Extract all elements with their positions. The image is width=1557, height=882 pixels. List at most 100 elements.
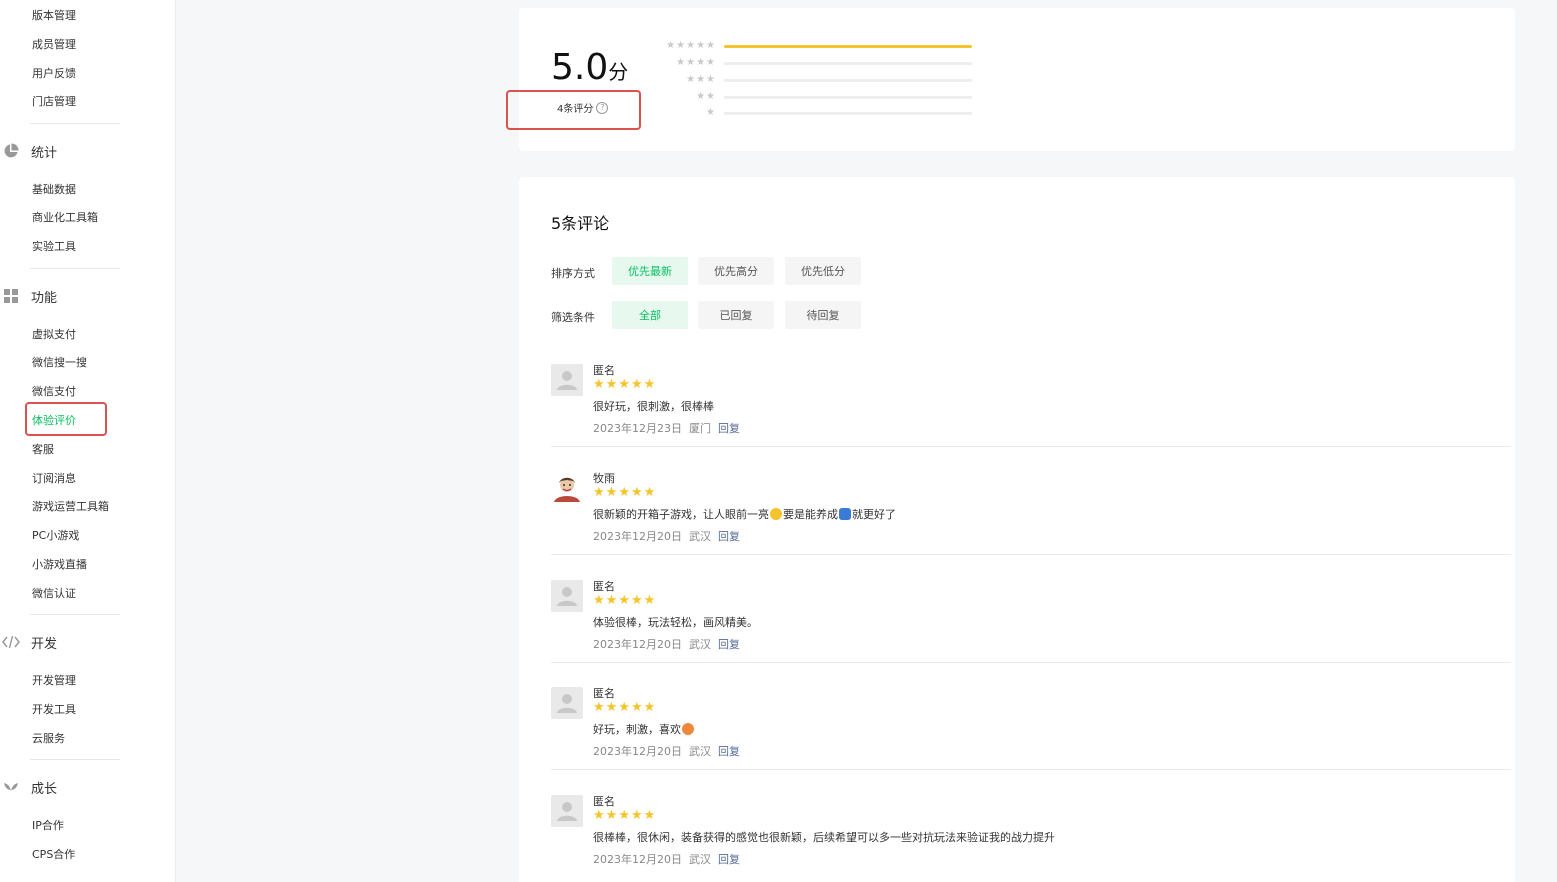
sidebar-section-features[interactable]: 功能 bbox=[0, 286, 57, 306]
distribution-bar-track bbox=[724, 95, 972, 99]
distribution-bar-track bbox=[724, 61, 972, 65]
review-date: 2023年12月23日 bbox=[593, 422, 682, 435]
sidebar-item-minigame-live[interactable]: 小游戏直播 bbox=[32, 558, 87, 572]
review-location: 厦门 bbox=[689, 422, 711, 435]
review-text-part: 就更好了 bbox=[852, 508, 896, 521]
sort-label: 排序方式 bbox=[551, 267, 595, 280]
review-author: 匿名 bbox=[593, 795, 615, 808]
sidebar-item-virtual-payment[interactable]: 虚拟支付 bbox=[32, 328, 76, 342]
sidebar-item-wechat-pay[interactable]: 微信支付 bbox=[32, 385, 76, 399]
game-emoji-icon bbox=[839, 508, 851, 520]
review-location: 武汉 bbox=[689, 638, 711, 651]
code-icon bbox=[2, 633, 20, 651]
distribution-bar-track bbox=[724, 111, 972, 115]
star-icon: ★ bbox=[630, 485, 643, 500]
reply-button[interactable]: 回复 bbox=[718, 636, 740, 652]
star-icon: ★ bbox=[643, 485, 656, 500]
review-stars: ★ ★ ★ ★ ★ bbox=[593, 701, 655, 714]
review-text: 体验很棒，玩法轻松，画风精美。 bbox=[593, 616, 758, 629]
grid-icon bbox=[2, 287, 20, 305]
rating-count: 4条评分 ? bbox=[557, 100, 609, 115]
review-meta: 2023年12月20日 武汉 回复 bbox=[593, 528, 740, 544]
distribution-bar-track bbox=[724, 78, 972, 82]
sidebar-section-label: 成长 bbox=[31, 781, 58, 797]
review-text: 很新颖的开箱子游戏，让人眼前一亮 要是能养成 就更好了 bbox=[593, 506, 896, 522]
star-label-5: ★ ★ ★ ★ ★ bbox=[666, 40, 715, 51]
default-avatar-icon bbox=[551, 580, 583, 612]
star-icon: ★ bbox=[643, 808, 656, 823]
sidebar-item-version-management[interactable]: 版本管理 bbox=[32, 9, 76, 23]
review-text: 好玩，刺激，喜欢 bbox=[593, 721, 695, 737]
star-label-2: ★ ★ bbox=[696, 91, 715, 102]
star-icon: ★ bbox=[593, 808, 605, 823]
default-avatar-icon bbox=[551, 795, 583, 827]
rating-distribution-row: ★ bbox=[655, 107, 975, 119]
review-item: 牧雨 ★ ★ ★ ★ ★ 很新颖的开箱子游戏，让人眼前一亮 要是能养成 就更好了 2023年… bbox=[551, 470, 1511, 578]
sidebar-item-cps-cooperation[interactable]: CPS合作 bbox=[32, 848, 75, 862]
filter-pending-button[interactable]: 待回复 bbox=[785, 301, 861, 329]
sprout-icon bbox=[2, 778, 20, 796]
review-date: 2023年12月20日 bbox=[593, 638, 682, 651]
sidebar-item-pc-minigame[interactable]: PC小游戏 bbox=[32, 529, 79, 543]
sidebar-item-experiment-tools[interactable]: 实验工具 bbox=[32, 240, 76, 254]
sort-high-score-button[interactable]: 优先高分 bbox=[698, 257, 774, 285]
sidebar-section-development[interactable]: 开发 bbox=[0, 632, 57, 652]
sidebar-item-ip-cooperation[interactable]: IP合作 bbox=[32, 819, 64, 833]
sidebar-item-member-management[interactable]: 成员管理 bbox=[32, 38, 76, 52]
score-card: 5.0分 4条评分 ? ★ ★ ★ ★ ★ ★ ★ ★ ★ ★ ★ ★ ★ ★ ★ bbox=[506, 8, 1515, 151]
rating-distribution-row: ★ ★ ★ ★ ★ bbox=[655, 40, 975, 52]
star-icon: ★ bbox=[618, 700, 630, 715]
sidebar-section-label: 统计 bbox=[31, 145, 58, 161]
star-icon: ★ bbox=[618, 485, 630, 500]
star-icon: ★ bbox=[605, 593, 618, 608]
sidebar-item-customer-service[interactable]: 客服 bbox=[32, 443, 54, 457]
star-icon: ★ bbox=[593, 377, 605, 392]
sidebar-item-user-feedback[interactable]: 用户反馈 bbox=[32, 67, 76, 81]
sort-low-score-button[interactable]: 优先低分 bbox=[785, 257, 861, 285]
help-icon[interactable]: ? bbox=[596, 101, 609, 114]
sidebar-divider bbox=[30, 614, 120, 615]
filter-all-button[interactable]: 全部 bbox=[612, 301, 688, 329]
sidebar-item-cloud-service[interactable]: 云服务 bbox=[32, 732, 65, 746]
reply-button[interactable]: 回复 bbox=[718, 851, 740, 867]
review-item: 匿名 ★ ★ ★ ★ ★ 很好玩，很刺激，很棒棒 2023年12月23日 厦门 回复 bbox=[551, 362, 1511, 470]
sidebar-item-basic-data[interactable]: 基础数据 bbox=[32, 183, 76, 197]
distribution-bar-fill bbox=[724, 44, 972, 48]
reply-button[interactable]: 回复 bbox=[718, 420, 740, 436]
comments-card: 5条评论 排序方式 优先最新 优先高分 优先低分 筛选条件 全部 已回复 待回复… bbox=[519, 177, 1515, 882]
review-date: 2023年12月20日 bbox=[593, 745, 682, 758]
sidebar-section-statistics[interactable]: 统计 bbox=[0, 141, 57, 161]
sidebar-item-dev-tools[interactable]: 开发工具 bbox=[32, 703, 76, 717]
sidebar-item-game-ops-toolbox[interactable]: 游戏运营工具箱 bbox=[32, 500, 109, 514]
star-icon: ★ bbox=[618, 808, 630, 823]
sidebar-divider bbox=[30, 759, 120, 760]
sidebar-item-experience-review[interactable]: 体验评价 bbox=[32, 414, 76, 428]
review-author: 牧雨 bbox=[593, 472, 615, 485]
sort-newest-button[interactable]: 优先最新 bbox=[612, 257, 688, 285]
review-item: 匿名 ★ ★ ★ ★ ★ 好玩，刺激，喜欢 2023年12月20日 武汉 回复 bbox=[551, 685, 1511, 793]
star-icon: ★ bbox=[593, 700, 605, 715]
review-text-part: 很新颖的开箱子游戏，让人眼前一亮 bbox=[593, 508, 769, 521]
review-author: 匿名 bbox=[593, 687, 615, 700]
default-avatar-icon bbox=[551, 364, 583, 396]
reply-button[interactable]: 回复 bbox=[718, 528, 740, 544]
reply-button[interactable]: 回复 bbox=[718, 743, 740, 759]
star-icon: ★ bbox=[605, 808, 618, 823]
review-divider bbox=[551, 662, 1511, 663]
review-stars: ★ ★ ★ ★ ★ bbox=[593, 809, 655, 822]
review-text-part: 要是能养成 bbox=[783, 508, 838, 521]
filter-replied-button[interactable]: 已回复 bbox=[698, 301, 774, 329]
review-text-part: 好玩，刺激，喜欢 bbox=[593, 723, 681, 736]
sidebar-section-growth[interactable]: 成长 bbox=[0, 777, 57, 797]
sidebar-item-wechat-search[interactable]: 微信搜一搜 bbox=[32, 356, 87, 370]
sidebar-item-wechat-verification[interactable]: 微信认证 bbox=[32, 587, 76, 601]
average-score: 5.0分 bbox=[551, 48, 628, 92]
sidebar-item-store-management[interactable]: 门店管理 bbox=[32, 95, 76, 109]
sidebar-item-dev-management[interactable]: 开发管理 bbox=[32, 674, 76, 688]
sidebar-item-subscription-messages[interactable]: 订阅消息 bbox=[32, 472, 76, 486]
review-meta: 2023年12月23日 厦门 回复 bbox=[593, 420, 740, 436]
grin-emoji-icon bbox=[770, 508, 782, 520]
star-icon: ★ bbox=[618, 593, 630, 608]
sidebar-divider bbox=[30, 268, 120, 269]
sidebar-item-commerce-toolbox[interactable]: 商业化工具箱 bbox=[32, 211, 98, 225]
